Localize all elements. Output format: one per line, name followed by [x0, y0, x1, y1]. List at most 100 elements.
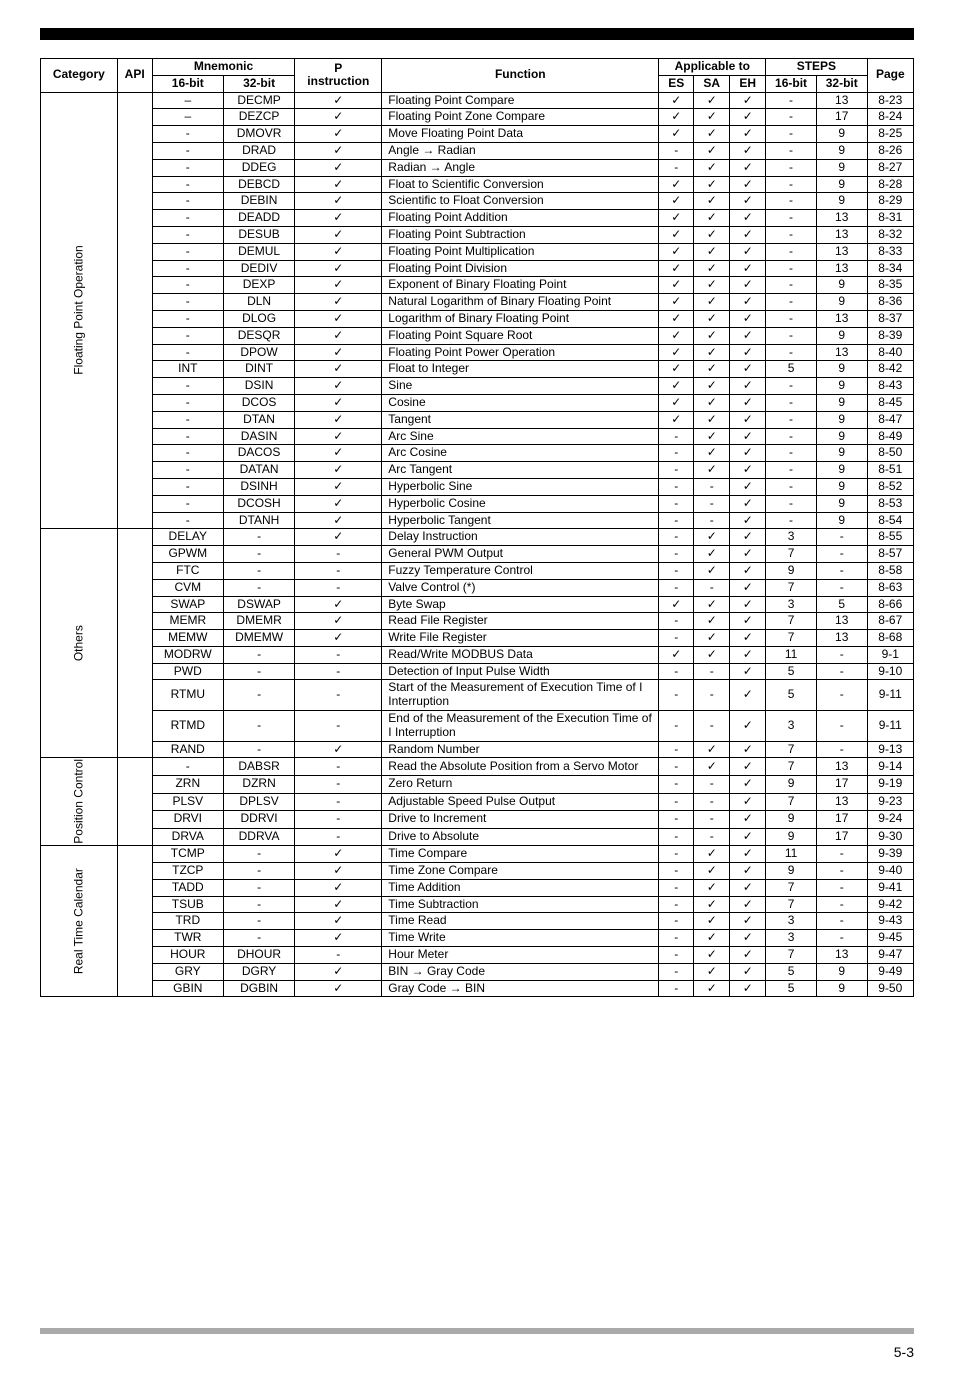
cell-s32: 9	[816, 327, 867, 344]
cell-page: 9-47	[867, 946, 913, 963]
cell-p: -	[295, 680, 382, 711]
cell-func: Floating Point Square Root	[382, 327, 659, 344]
cell-s32: 13	[816, 210, 867, 227]
cell-func: Fuzzy Temperature Control	[382, 562, 659, 579]
cell-es: -	[659, 862, 694, 879]
cell-b16: MODRW	[152, 646, 223, 663]
cell-eh: ✓	[730, 394, 766, 411]
cell-sa: ✓	[694, 758, 730, 776]
cell-s16: 5	[766, 680, 817, 711]
cell-s32: 9	[816, 176, 867, 193]
cell-page: 9-41	[867, 879, 913, 896]
cell-eh: ✓	[730, 613, 766, 630]
cell-func: Drive to Increment	[382, 811, 659, 829]
cell-s32: 9	[816, 462, 867, 479]
cell-b32: DLN	[223, 294, 294, 311]
table-row: -DTANH✓Hyperbolic Tangent--✓-98-54	[41, 512, 914, 529]
cell-s16: 5	[766, 663, 817, 680]
cell-func: Hyperbolic Tangent	[382, 512, 659, 529]
cell-func: Arc Cosine	[382, 445, 659, 462]
cell-b32: -	[223, 846, 294, 863]
table-row: SWAPDSWAP✓Byte Swap✓✓✓358-66	[41, 596, 914, 613]
table-row: FTC--Fuzzy Temperature Control-✓✓9-8-58	[41, 562, 914, 579]
table-row: TRD-✓Time Read-✓✓3-9-43	[41, 913, 914, 930]
cell-es: ✓	[659, 361, 694, 378]
cell-s16: -	[766, 142, 817, 159]
cell-b16: GBIN	[152, 980, 223, 997]
cell-b16: MEMW	[152, 630, 223, 647]
cell-eh: ✓	[730, 828, 766, 846]
cell-p: -	[295, 579, 382, 596]
cell-eh: ✓	[730, 913, 766, 930]
cell-p: ✓	[295, 462, 382, 479]
cell-es: -	[659, 445, 694, 462]
cell-s32: -	[816, 546, 867, 563]
table-row: ZRNDZRN-Zero Return--✓9179-19	[41, 776, 914, 794]
table-row: -DESUB✓Floating Point Subtraction✓✓✓-138…	[41, 226, 914, 243]
cell-sa: ✓	[694, 445, 730, 462]
cell-func: Read/Write MODBUS Data	[382, 646, 659, 663]
cell-sa: -	[694, 512, 730, 529]
table-row: OthersDELAY-✓Delay Instruction-✓✓3-8-55	[41, 529, 914, 546]
cell-eh: ✓	[730, 879, 766, 896]
cell-s32: 13	[816, 226, 867, 243]
table-row: -DEADD✓Floating Point Addition✓✓✓-138-31	[41, 210, 914, 227]
cell-b16: TWR	[152, 930, 223, 947]
cell-func: Angle → Radian	[382, 142, 659, 159]
cell-eh: ✓	[730, 963, 766, 980]
cell-b16: -	[152, 277, 223, 294]
cell-func: Time Compare	[382, 846, 659, 863]
cell-eh: ✓	[730, 579, 766, 596]
cell-eh: ✓	[730, 428, 766, 445]
cell-func: Time Zone Compare	[382, 862, 659, 879]
cell-s16: -	[766, 109, 817, 126]
cell-b32: DMEMR	[223, 613, 294, 630]
cell-func: Arc Sine	[382, 428, 659, 445]
cell-s32: 13	[816, 260, 867, 277]
cell-sa: ✓	[694, 210, 730, 227]
cell-func: Write File Register	[382, 630, 659, 647]
cell-b32: DESQR	[223, 327, 294, 344]
cell-sa: ✓	[694, 946, 730, 963]
cell-p: ✓	[295, 741, 382, 758]
cell-b16: SWAP	[152, 596, 223, 613]
cell-b16: -	[152, 142, 223, 159]
cell-es: ✓	[659, 193, 694, 210]
cell-func: Floating Point Compare	[382, 92, 659, 109]
cell-func: Byte Swap	[382, 596, 659, 613]
cell-b32: DDRVA	[223, 828, 294, 846]
cell-s16: -	[766, 428, 817, 445]
cell-s32: 9	[816, 411, 867, 428]
api-cell	[117, 846, 152, 997]
cell-b32: DDRVI	[223, 811, 294, 829]
cell-func: Floating Point Division	[382, 260, 659, 277]
cell-p: ✓	[295, 394, 382, 411]
cell-eh: ✓	[730, 793, 766, 811]
cell-func: Arc Tangent	[382, 462, 659, 479]
cell-es: ✓	[659, 210, 694, 227]
cell-s16: 7	[766, 546, 817, 563]
cell-s32: -	[816, 529, 867, 546]
cell-b32: -	[223, 741, 294, 758]
cell-sa: ✓	[694, 327, 730, 344]
cell-s16: -	[766, 210, 817, 227]
cell-b32: -	[223, 862, 294, 879]
cell-es: -	[659, 946, 694, 963]
cell-b16: -	[152, 512, 223, 529]
cell-func: Natural Logarithm of Binary Floating Poi…	[382, 294, 659, 311]
cell-sa: ✓	[694, 562, 730, 579]
table-row: MEMWDMEMW✓Write File Register-✓✓7138-68	[41, 630, 914, 647]
cell-s32: 9	[816, 361, 867, 378]
cell-p: ✓	[295, 495, 382, 512]
cell-eh: ✓	[730, 445, 766, 462]
cell-b16: -	[152, 378, 223, 395]
cell-b16: RAND	[152, 741, 223, 758]
cell-s32: -	[816, 711, 867, 742]
cell-s16: 7	[766, 579, 817, 596]
cell-page: 8-63	[867, 579, 913, 596]
cell-b32: DSIN	[223, 378, 294, 395]
table-row: -DEBCD✓Float to Scientific Conversion✓✓✓…	[41, 176, 914, 193]
cell-page: 8-28	[867, 176, 913, 193]
cell-p: ✓	[295, 126, 382, 143]
cell-func: Scientific to Float Conversion	[382, 193, 659, 210]
